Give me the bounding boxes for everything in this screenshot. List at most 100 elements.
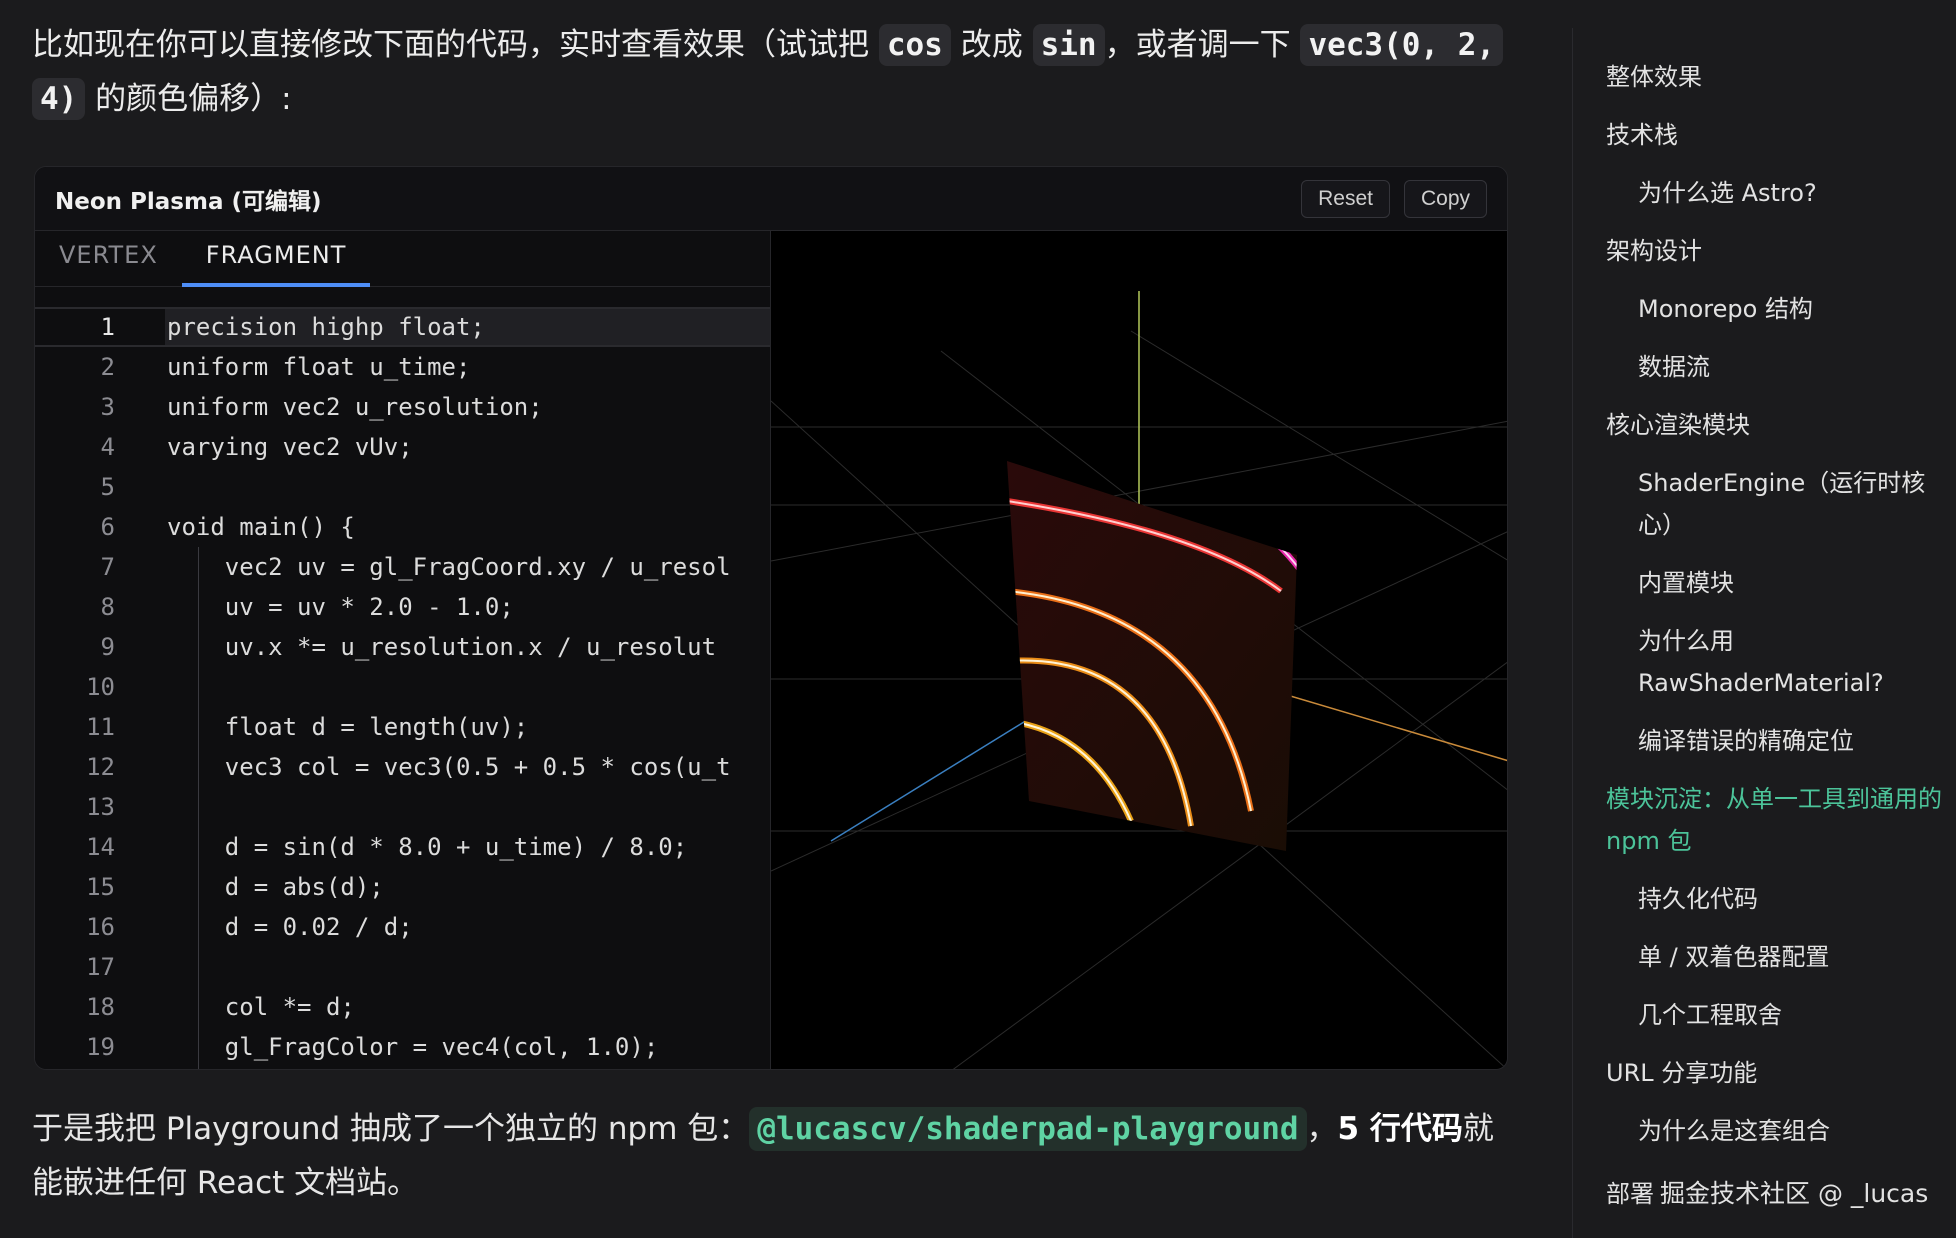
intro-text-1: 比如现在你可以直接修改下面的代码，实时查看效果（试试把: [32, 27, 879, 63]
code-line[interactable]: 15 d = abs(d);: [35, 867, 770, 907]
after-text-2: ，: [1306, 1111, 1338, 1147]
code-line[interactable]: 2 uniform float u_time;: [35, 347, 770, 387]
code-area[interactable]: 1 precision highp float; 2 uniform float u_…: [35, 307, 770, 1069]
code-line[interactable]: 4 varying vec2 vUv;: [35, 427, 770, 467]
intro-text-2: 改成: [950, 27, 1033, 63]
reset-button[interactable]: Reset: [1301, 179, 1390, 218]
code-text[interactable]: d = 0.02 / d;: [115, 913, 413, 941]
footer-note: 部署 掘金技术社区 @ _lucas: [1606, 1174, 1928, 1210]
code-text[interactable]: uv = uv * 2.0 - 1.0;: [115, 593, 514, 621]
line-number: 10: [86, 673, 115, 701]
line-number: 1: [100, 313, 115, 341]
code-line[interactable]: 5: [35, 467, 770, 507]
indent-guide: [198, 547, 199, 1069]
code-line[interactable]: 13: [35, 787, 770, 827]
code-text[interactable]: uniform float u_time;: [115, 353, 470, 381]
shader-plane: [1007, 461, 1297, 851]
line-number: 11: [86, 713, 115, 741]
line-number: 5: [100, 473, 115, 501]
toc-item[interactable]: 为什么选 Astro?: [1606, 172, 1946, 214]
toc-item[interactable]: 模块沉淀：从单一工具到通用的 npm 包: [1606, 778, 1946, 862]
code-line[interactable]: 3 uniform vec2 u_resolution;: [35, 387, 770, 427]
tab-fragment[interactable]: FRAGMENT: [181, 231, 371, 287]
toc-item[interactable]: 技术栈: [1606, 114, 1946, 156]
code-text[interactable]: uniform vec2 u_resolution;: [115, 393, 543, 421]
line-number: 16: [86, 913, 115, 941]
code-line[interactable]: 6 void main() {: [35, 507, 770, 547]
code-text[interactable]: varying vec2 vUv;: [115, 433, 413, 461]
toc-divider: [1572, 28, 1573, 1238]
code-text[interactable]: void main() {: [115, 513, 355, 541]
table-of-contents: 整体效果技术栈为什么选 Astro? 架构设计 Monorepo 结构 数据流核心渲染…: [1606, 56, 1946, 1168]
toc-item[interactable]: 架构设计: [1606, 230, 1946, 272]
inline-code-vec3: vec3(0, 2,: [1300, 24, 1504, 66]
code-text[interactable]: uv.x *= u_resolution.x / u_resolut: [115, 633, 716, 661]
package-name: @lucascv/shaderpad-playground: [749, 1107, 1307, 1151]
playground-title: Neon Plasma (可编辑): [55, 188, 322, 215]
toc-item[interactable]: 数据流: [1606, 346, 1946, 388]
code-text[interactable]: precision highp float;: [115, 313, 485, 341]
toc-item[interactable]: 核心渲染模块: [1606, 404, 1946, 446]
code-line[interactable]: 12 vec3 col = vec3(0.5 + 0.5 * cos(u_t: [35, 747, 770, 787]
playground-actions: Reset Copy: [1301, 179, 1487, 218]
toc-item[interactable]: 单 / 双着色器配置: [1606, 936, 1946, 978]
line-number: 4: [100, 433, 115, 461]
after-bold: 5 行代码: [1337, 1111, 1463, 1147]
code-text[interactable]: vec3 col = vec3(0.5 + 0.5 * cos(u_t: [115, 753, 731, 781]
playground-header: Neon Plasma (可编辑) Reset Copy: [35, 167, 1507, 231]
code-text[interactable]: col *= d;: [115, 993, 355, 1021]
line-number: 17: [86, 953, 115, 981]
code-text[interactable]: gl_FragColor = vec4(col, 1.0);: [115, 1033, 658, 1061]
inline-code-vec3-end: 4): [32, 78, 86, 120]
after-text-1: 于是我把 Playground 抽成了一个独立的 npm 包：: [32, 1111, 750, 1147]
code-text[interactable]: d = sin(d * 8.0 + u_time) / 8.0;: [115, 833, 687, 861]
toc-item-deploy[interactable]: 部署: [1606, 1180, 1654, 1208]
toc-item[interactable]: ShaderEngine（运行时核心）: [1606, 462, 1946, 546]
code-line[interactable]: 11 float d = length(uv);: [35, 707, 770, 747]
preview-viewport[interactable]: [771, 231, 1507, 1069]
line-number: 3: [100, 393, 115, 421]
intro-paragraph: 比如现在你可以直接修改下面的代码，实时查看效果（试试把 cos 改成 sin ，或…: [32, 18, 1508, 126]
after-paragraph: 于是我把 Playground 抽成了一个独立的 npm 包： @lucascv/…: [32, 1102, 1508, 1210]
code-line[interactable]: 9 uv.x *= u_resolution.x / u_resolut: [35, 627, 770, 667]
line-number: 13: [86, 793, 115, 821]
inline-code-cos: cos: [878, 24, 951, 66]
toc-item[interactable]: 为什么用 RawShaderMaterial?: [1606, 620, 1946, 704]
code-line[interactable]: 18 col *= d;: [35, 987, 770, 1027]
line-number: 18: [86, 993, 115, 1021]
toc-item[interactable]: 整体效果: [1606, 56, 1946, 98]
code-editor[interactable]: VERTEX FRAGMENT 1 precision highp float; 2…: [35, 231, 771, 1069]
line-number: 8: [100, 593, 115, 621]
toc-item[interactable]: 持久化代码: [1606, 878, 1946, 920]
line-number: 12: [86, 753, 115, 781]
inline-code-sin: sin: [1032, 24, 1105, 66]
code-line[interactable]: 10: [35, 667, 770, 707]
toc-item[interactable]: Monorepo 结构: [1606, 288, 1946, 330]
toc-item[interactable]: URL 分享功能: [1606, 1052, 1946, 1094]
tab-vertex[interactable]: VERTEX: [35, 231, 182, 286]
line-number: 19: [86, 1033, 115, 1061]
code-text[interactable]: float d = length(uv);: [115, 713, 528, 741]
line-number: 15: [86, 873, 115, 901]
shader-tabs: VERTEX FRAGMENT: [35, 231, 770, 287]
code-line[interactable]: 14 d = sin(d * 8.0 + u_time) / 8.0;: [35, 827, 770, 867]
toc-item[interactable]: 编译错误的精确定位: [1606, 720, 1946, 762]
line-number: 7: [100, 553, 115, 581]
line-number: 14: [86, 833, 115, 861]
code-line[interactable]: 8 uv = uv * 2.0 - 1.0;: [35, 587, 770, 627]
code-text[interactable]: vec2 uv = gl_FragCoord.xy / u_resol: [115, 553, 731, 581]
code-line[interactable]: 1 precision highp float;: [35, 307, 770, 347]
copy-button[interactable]: Copy: [1403, 179, 1487, 218]
toc-item[interactable]: 为什么是这套组合: [1606, 1110, 1946, 1152]
preview-canvas[interactable]: [771, 231, 1508, 1070]
shader-playground: Neon Plasma (可编辑) Reset Copy VERTEX FRAG…: [34, 166, 1508, 1070]
line-number: 6: [100, 513, 115, 541]
toc-item[interactable]: 内置模块: [1606, 562, 1946, 604]
code-text[interactable]: d = abs(d);: [115, 873, 384, 901]
watermark: 掘金技术社区 @ _lucas: [1660, 1179, 1929, 1208]
code-line[interactable]: 7 vec2 uv = gl_FragCoord.xy / u_resol: [35, 547, 770, 587]
code-line[interactable]: 16 d = 0.02 / d;: [35, 907, 770, 947]
code-line[interactable]: 19 gl_FragColor = vec4(col, 1.0);: [35, 1027, 770, 1067]
code-line[interactable]: 17: [35, 947, 770, 987]
toc-item[interactable]: 几个工程取舍: [1606, 994, 1946, 1036]
